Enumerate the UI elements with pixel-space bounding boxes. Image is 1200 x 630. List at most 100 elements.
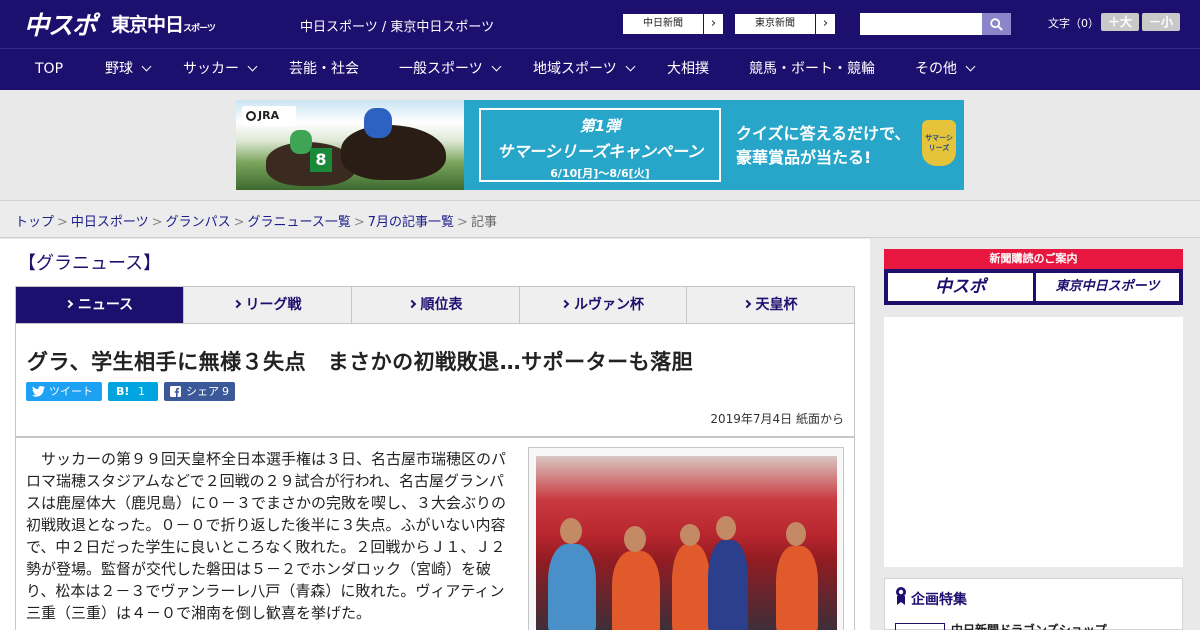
feature-item-link[interactable]: 中日新聞ドラゴンズショップ — [951, 621, 1107, 630]
promo-chuspo-button[interactable]: 中スポ — [888, 273, 1033, 301]
breadcrumb-link-july-articles[interactable]: 7月の記事一覧 — [368, 215, 454, 230]
subscription-promo-header[interactable]: 新聞購読のご案内 — [884, 249, 1183, 269]
article-dateline: 2019年7月4日 紙面から — [710, 412, 844, 426]
text-smaller-button[interactable]: －小 — [1142, 13, 1180, 31]
news-tabs: ニュース リーグ戦 順位表 ルヴァン杯 天皇杯 — [15, 286, 855, 324]
player-head — [624, 526, 646, 552]
search-button[interactable] — [982, 13, 1011, 35]
feature-thumbnail[interactable] — [895, 623, 945, 630]
trophy-icon: サマーシリーズ — [922, 120, 956, 166]
trophy-text: サマーシリーズ — [925, 134, 953, 152]
chevron-right-icon — [407, 299, 416, 309]
chevron-right-icon: › — [703, 14, 723, 34]
main-nav: TOP 野球 サッカー 芸能・社会 一般スポーツ 地域スポーツ 大相撲 競馬・ボ… — [0, 48, 1200, 90]
breadcrumb-link-chunichi-sports[interactable]: 中日スポーツ — [71, 215, 149, 230]
text-larger-button[interactable]: ＋大 — [1101, 13, 1139, 31]
nav-label: その他 — [915, 61, 957, 77]
nav-baseball[interactable]: 野球 — [105, 49, 152, 91]
nav-racing[interactable]: 競馬・ボート・競輪 — [749, 49, 875, 91]
campaign-dates: 6/10[月]～8/6[火] — [550, 167, 650, 180]
jra-text: JRA — [258, 109, 280, 122]
subscription-promo: 新聞購読のご案内 中スポ 東京中日スポーツ — [884, 249, 1183, 305]
nav-label: サッカー — [183, 61, 239, 77]
nav-other[interactable]: その他 — [915, 49, 976, 91]
chevron-down-icon — [247, 61, 258, 72]
tokyo-logo-text: 東京中日 — [111, 14, 184, 36]
breadcrumb-separator: > — [353, 215, 365, 230]
search-input[interactable] — [860, 13, 982, 35]
section-title: 【グラニュース】 — [18, 253, 162, 274]
player-figure — [672, 544, 710, 630]
sidebar-ad-slot — [884, 317, 1183, 567]
chevron-down-icon — [625, 61, 636, 72]
hatena-bookmark-button[interactable]: B! 1 — [108, 382, 158, 401]
facebook-share-label: シェア — [186, 385, 219, 398]
breadcrumb: トップ > 中日スポーツ > グランパス > グラニュース一覧 >7月の記事一覧 > 記事 — [15, 211, 497, 230]
nav-top[interactable]: TOP — [35, 49, 63, 91]
ad-banner[interactable]: 8 JRA 第1弾 サマーシリーズキャンペーン 6/10[月]～8/6[火] ク… — [236, 100, 964, 190]
tab-standings[interactable]: 順位表 — [352, 287, 520, 323]
hatena-icon: B! — [116, 385, 130, 398]
nav-label: TOP — [35, 61, 64, 77]
chevron-down-icon — [491, 61, 502, 72]
nav-label: 競馬・ボート・競輪 — [749, 61, 875, 77]
tab-levain-cup[interactable]: ルヴァン杯 — [520, 287, 687, 323]
article-headline: グラ、学生相手に無様３失点 まさかの初戦敗退…サポーターも落胆 — [27, 350, 694, 374]
article-photo — [536, 456, 837, 630]
tab-label: 順位表 — [420, 297, 463, 313]
tweet-button[interactable]: ツイート — [26, 382, 102, 401]
article-photo-frame[interactable] — [528, 447, 844, 630]
breadcrumb-bar: トップ > 中日スポーツ > グランパス > グラニュース一覧 >7月の記事一覧 > 記事 — [0, 200, 1200, 238]
player-head — [716, 516, 736, 540]
breadcrumb-link-grampus[interactable]: グランパス — [166, 215, 231, 230]
nav-label: 野球 — [105, 61, 133, 77]
tokyo-chunichi-logo[interactable]: 東京中日スポーツ — [111, 10, 216, 37]
jra-logo: JRA — [242, 106, 296, 126]
breadcrumb-link-top[interactable]: トップ — [15, 215, 54, 230]
tab-emperors-cup[interactable]: 天皇杯 — [687, 287, 854, 323]
chuspo-logo[interactable]: 中スポ — [24, 6, 97, 42]
horse-shape — [341, 125, 446, 180]
tab-label: ニュース — [77, 297, 134, 313]
jockey-shape — [364, 108, 392, 138]
promo-tokyo-chunichi-button[interactable]: 東京中日スポーツ — [1036, 273, 1179, 301]
player-figure — [612, 551, 660, 630]
campaign-number: 第1弾 — [579, 117, 621, 135]
player-figure — [708, 540, 748, 630]
text-size-label: 文字（0） — [1048, 17, 1099, 30]
nav-label: 地域スポーツ — [533, 61, 617, 77]
tab-label: 天皇杯 — [755, 297, 798, 313]
breadcrumb-separator: > — [57, 215, 68, 230]
breadcrumb-separator: > — [233, 215, 245, 230]
chevron-right-icon — [232, 299, 241, 309]
tab-news[interactable]: ニュース — [16, 287, 184, 323]
chevron-down-icon — [965, 61, 976, 72]
nav-general-sports[interactable]: 一般スポーツ — [399, 49, 502, 91]
chevron-right-icon: › — [815, 14, 835, 34]
nav-local-sports[interactable]: 地域スポーツ — [533, 49, 636, 91]
player-figure — [776, 546, 818, 630]
nav-soccer[interactable]: サッカー — [183, 49, 258, 91]
jra-ring-icon — [246, 111, 256, 121]
tokyo-shimbun-link[interactable]: 東京新聞 › — [734, 13, 836, 35]
breadcrumb-link-gra-news-list[interactable]: グラニュース一覧 — [248, 215, 351, 230]
feature-title: 企画特集 — [911, 592, 967, 608]
player-head — [786, 522, 806, 546]
facebook-icon — [170, 386, 181, 397]
breadcrumb-separator: > — [151, 215, 163, 230]
site-name: 中日スポーツ / 東京中日スポーツ — [300, 20, 495, 35]
top-header: 中スポ 東京中日スポーツ 中日スポーツ / 東京中日スポーツ 中日新聞 › 東京… — [0, 0, 1200, 48]
ribbon-icon — [896, 587, 906, 605]
tab-league[interactable]: リーグ戦 — [184, 287, 352, 323]
chunichi-shimbun-link[interactable]: 中日新聞 › — [622, 13, 724, 35]
facebook-share-button[interactable]: シェア 9 — [164, 382, 235, 401]
nav-entertainment[interactable]: 芸能・社会 — [289, 49, 359, 91]
article-body: サッカーの第９９回天皇杯全日本選手権は３日、名古屋市瑞穂区のパロマ瑞穂スタジアム… — [15, 437, 855, 630]
facebook-share-count: 9 — [222, 385, 229, 398]
main-content: 【グラニュース】 ニュース リーグ戦 順位表 ルヴァン杯 天皇杯 グラ、学生相手… — [0, 239, 870, 630]
article-header: グラ、学生相手に無様３失点 まさかの初戦敗退…サポーターも落胆 ツイート B! … — [15, 324, 855, 437]
nav-sumo[interactable]: 大相撲 — [667, 49, 709, 91]
player-head — [560, 518, 582, 544]
feature-box: 企画特集 中日新聞ドラゴンズショップ — [884, 578, 1183, 630]
chunichi-shimbun-label: 中日新聞 — [643, 18, 683, 29]
